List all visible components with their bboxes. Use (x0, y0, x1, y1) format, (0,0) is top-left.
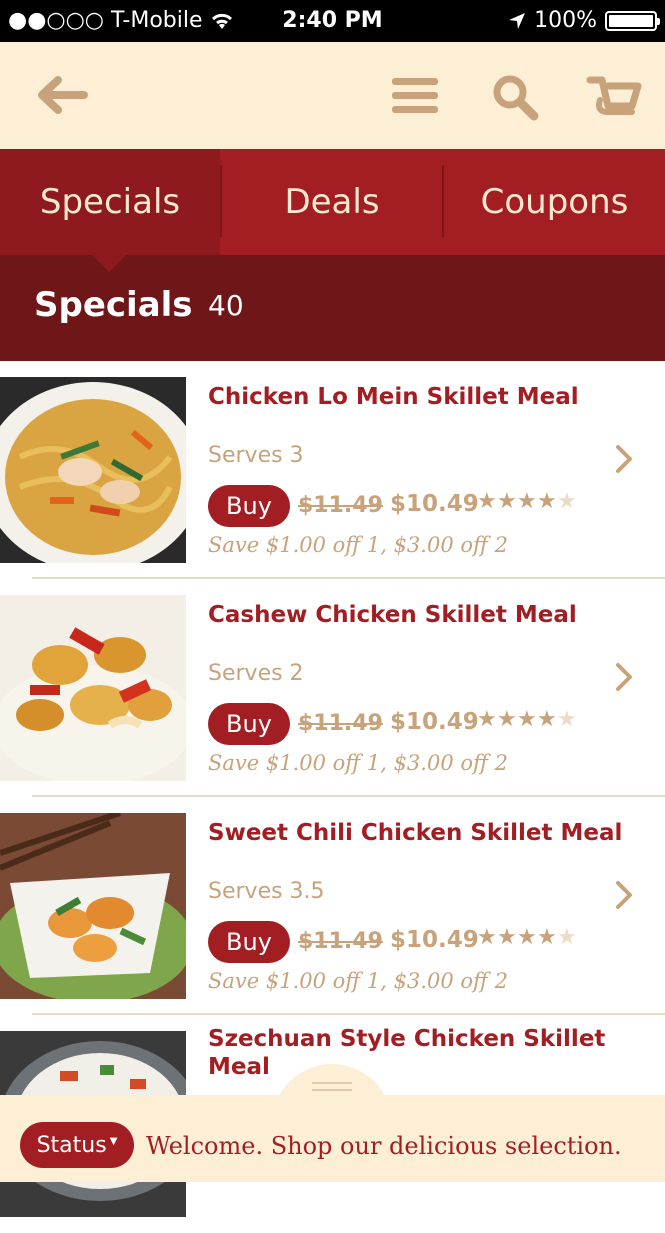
old-price: $11.49 (298, 711, 383, 736)
chevron-right-icon[interactable] (614, 443, 636, 475)
star-full-icon: ★ (517, 707, 537, 732)
item-serves: Serves 3 (208, 443, 304, 468)
star-full-icon: ★ (497, 489, 517, 514)
star-full-icon: ★ (497, 707, 517, 732)
section-title: Specials (34, 285, 193, 325)
star-full-icon: ★ (537, 925, 557, 950)
old-price: $11.49 (298, 493, 383, 518)
chevron-right-icon[interactable] (614, 661, 636, 693)
cart-icon[interactable] (586, 72, 644, 122)
buy-button[interactable]: Buy (208, 921, 290, 963)
battery-percent: 100% (534, 8, 597, 33)
item-name[interactable]: Sweet Chili Chicken Skillet Meal (208, 819, 628, 847)
star-rating: ★ ★ ★ ★ ★ (477, 925, 577, 950)
item-name[interactable]: Chicken Lo Mein Skillet Meal (208, 383, 628, 411)
item-serves: Serves 3.5 (208, 879, 325, 904)
active-tab-pointer (92, 255, 126, 272)
buy-button[interactable]: Buy (208, 485, 290, 527)
star-rating: ★ ★ ★ ★ ★ (477, 489, 577, 514)
tab-specials[interactable]: Specials (0, 149, 220, 255)
old-price: $11.49 (298, 929, 383, 954)
star-full-icon: ★ (497, 925, 517, 950)
search-icon[interactable] (490, 72, 540, 122)
list-item[interactable]: Chicken Lo Mein Skillet Meal Serves 3 Bu… (0, 361, 665, 579)
star-full-icon: ★ (477, 925, 497, 950)
tab-coupons[interactable]: Coupons (444, 149, 665, 255)
sale-price: $10.49 (390, 709, 479, 735)
star-full-icon: ★ (517, 489, 537, 514)
buy-button[interactable]: Buy (208, 703, 290, 745)
star-full-icon: ★ (537, 707, 557, 732)
star-half-icon: ★ (557, 707, 577, 732)
section-count: 40 (208, 289, 244, 322)
star-half-icon: ★ (557, 925, 577, 950)
star-full-icon: ★ (517, 925, 537, 950)
battery-icon (605, 10, 660, 31)
sale-price: $10.49 (390, 927, 479, 953)
top-nav (0, 42, 665, 149)
list-item[interactable]: Cashew Chicken Skillet Meal Serves 2 Buy… (0, 579, 665, 797)
item-serves: Serves 2 (208, 661, 304, 686)
star-half-icon: ★ (557, 489, 577, 514)
location-icon (509, 12, 526, 29)
tab-bar: Specials Deals Coupons (0, 149, 665, 255)
list-item[interactable]: Sweet Chili Chicken Skillet Meal Serves … (0, 797, 665, 1015)
status-bar: ●●○○○ T-Mobile 2:40 PM 100% (0, 0, 665, 42)
tab-deals[interactable]: Deals (222, 149, 442, 255)
status-message: Welcome. Shop our delicious selection. (146, 1132, 622, 1160)
status-right: 100% (508, 8, 660, 33)
save-offer: Save $1.00 off 1, $3.00 off 2 (208, 969, 508, 993)
item-name[interactable]: Szechuan Style Chicken Skillet Meal (208, 1025, 628, 1081)
star-full-icon: ★ (537, 489, 557, 514)
status-label: Status (36, 1132, 107, 1158)
save-offer: Save $1.00 off 1, $3.00 off 2 (208, 751, 508, 775)
product-image (0, 595, 186, 781)
save-offer: Save $1.00 off 1, $3.00 off 2 (208, 533, 508, 557)
star-rating: ★ ★ ★ ★ ★ (477, 707, 577, 732)
product-image (0, 813, 186, 999)
star-full-icon: ★ (477, 707, 497, 732)
back-arrow-icon[interactable] (34, 72, 88, 118)
menu-icon[interactable] (390, 72, 440, 118)
sale-price: $10.49 (390, 491, 479, 517)
caret-down-icon: ▼ (109, 1135, 118, 1147)
star-full-icon: ★ (477, 489, 497, 514)
status-button[interactable]: Status ▼ (20, 1122, 134, 1168)
product-image (0, 377, 186, 563)
item-name[interactable]: Cashew Chicken Skillet Meal (208, 601, 628, 629)
chevron-right-icon[interactable] (614, 879, 636, 911)
